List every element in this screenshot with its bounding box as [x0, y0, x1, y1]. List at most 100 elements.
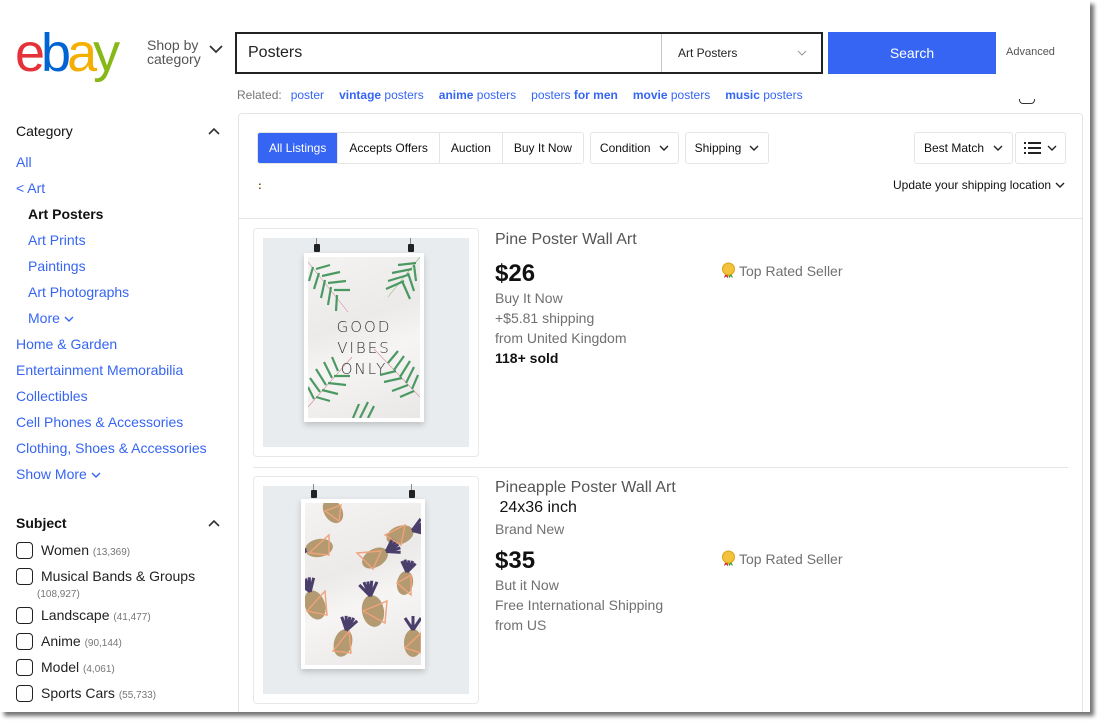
poster-text-line: VIBES	[337, 339, 391, 357]
advanced-search-link[interactable]: Advanced	[1006, 46, 1055, 58]
category-item-art[interactable]: < Art	[16, 180, 226, 206]
related-link-music-posters[interactable]: music posters	[725, 88, 802, 102]
subject-option-count: (13,369)	[92, 547, 131, 558]
chevron-down-icon[interactable]	[209, 44, 223, 54]
category-item-collectibles[interactable]: Collectibles	[16, 388, 226, 414]
related-link-movie-posters[interactable]: movie posters	[633, 88, 710, 102]
category-item-art-photographs[interactable]: Art Photographs	[16, 284, 226, 310]
checkbox[interactable]	[16, 568, 33, 585]
category-item-clothing-shoes-accessories[interactable]: Clothing, Shoes & Accessories	[16, 440, 226, 466]
category-item-more[interactable]: More	[16, 310, 226, 336]
subject-heading: Subject	[16, 515, 67, 531]
subject-option-landscape[interactable]: Landscape (41,477)	[16, 606, 226, 632]
related-searches: Related: poster vintage posters anime po…	[237, 88, 818, 102]
listing-image[interactable]: GOOD VIBES ONLY	[253, 228, 479, 457]
checkbox[interactable]	[16, 659, 33, 676]
related-link-text: posters	[759, 88, 803, 102]
subject-list: Women (13,369) Musical Bands & Groups (108…	[16, 541, 226, 710]
shop-by-category-button[interactable]: Shop by category	[147, 38, 201, 66]
subject-option-text: Landscape	[41, 607, 110, 623]
related-link-vintage-posters[interactable]: vintage posters	[339, 88, 424, 102]
category-item-home-garden[interactable]: Home & Garden	[16, 336, 226, 362]
category-item-label: Entertainment Memorabilia	[16, 362, 184, 378]
category-item-label: Collectibles	[16, 388, 88, 404]
condition-dropdown[interactable]: Condition	[589, 132, 679, 164]
checkbox[interactable]	[16, 633, 33, 650]
condition-label: Condition	[599, 141, 651, 155]
view-toggle-dropdown[interactable]	[1015, 132, 1066, 164]
checkbox[interactable]	[16, 542, 33, 559]
category-item-art-prints[interactable]: Art Prints	[16, 232, 226, 258]
subject-option-anime[interactable]: Anime (90,144)	[16, 632, 226, 658]
poster-art-palm: GOOD VIBES ONLY	[308, 257, 420, 418]
listing-sold-count: 118+ sold	[495, 350, 559, 366]
sort-dropdown[interactable]: Best Match	[914, 132, 1014, 164]
category-heading: Category	[16, 123, 73, 139]
related-link-text: posters	[667, 88, 711, 102]
tab-auction[interactable]: Auction	[439, 133, 503, 163]
tab-buy-it-now[interactable]: Buy It Now	[502, 133, 583, 163]
search-input[interactable]	[237, 34, 661, 72]
category-item-all[interactable]: All	[16, 154, 226, 180]
category-item-label: Art Prints	[28, 232, 86, 248]
subject-option-text: Sports Cars	[41, 685, 115, 701]
poster-text-line: GOOD	[336, 318, 392, 336]
subject-header[interactable]: Subject	[16, 512, 226, 534]
browser-window: e b a y Shop by category Art Posters Sea…	[0, 0, 1090, 712]
category-item-cell-phones-accessories[interactable]: Cell Phones & Accessories	[16, 414, 226, 440]
category-item-label: Art Posters	[28, 206, 104, 222]
listing-title[interactable]: Pineapple Poster Wall Art	[495, 478, 1055, 498]
subject-option-text: Musical Bands & Groups	[41, 568, 196, 584]
related-link-poster[interactable]: poster	[291, 88, 324, 102]
tab-accepts-offers[interactable]: Accepts Offers	[338, 133, 440, 163]
category-header[interactable]: Category	[16, 120, 226, 142]
chevron-down-icon	[659, 145, 669, 151]
listing-title[interactable]: Pine Poster Wall Art	[495, 230, 1055, 250]
ebay-logo[interactable]: e b a y	[15, 23, 120, 83]
listing-shipping: Free International Shipping	[495, 597, 664, 613]
category-item-label: Show More	[16, 466, 87, 482]
logo-letter-b: b	[41, 23, 71, 83]
listing-divider	[253, 467, 1068, 468]
binder-clip	[409, 484, 415, 498]
subject-option-model[interactable]: Model (4,061)	[16, 658, 226, 684]
category-select-value: Art Posters	[678, 46, 738, 60]
category-item-entertainment-memorabilia[interactable]: Entertainment Memorabilia	[16, 362, 226, 388]
stray-mark: :	[258, 180, 262, 192]
chevron-down-icon	[797, 50, 807, 56]
subject-option-sports-cars[interactable]: Sports Cars (55,733)	[16, 684, 226, 710]
poster-frame: GOOD VIBES ONLY	[304, 238, 424, 422]
related-link-posters-for-men[interactable]: posters for men	[531, 88, 618, 102]
checkbox[interactable]	[16, 685, 33, 702]
subject-option-musical-bands-groups[interactable]: Musical Bands & Groups (108,927)	[16, 567, 226, 606]
search-button[interactable]: Search	[828, 32, 996, 74]
subject-option-count: (90,144)	[84, 638, 122, 649]
shipping-dropdown[interactable]: Shipping	[684, 132, 770, 164]
tab-all-listings[interactable]: All Listings	[258, 133, 339, 163]
top-rated-seller-badge: Top Rated Seller	[721, 262, 843, 279]
binder-clip	[311, 484, 317, 498]
category-select[interactable]: Art Posters	[661, 34, 821, 72]
listing-type-tabs: All Listings Accepts Offers Auction Buy …	[257, 132, 584, 164]
category-item-paintings[interactable]: Paintings	[16, 258, 226, 284]
top-rated-seller-badge: Top Rated Seller	[721, 550, 843, 567]
subject-option-label: Model (4,061)	[41, 658, 115, 679]
category-item-show-more[interactable]: Show More	[16, 466, 226, 492]
shipping-label: Shipping	[694, 141, 742, 155]
subject-option-women[interactable]: Women (13,369)	[16, 541, 226, 567]
related-link-bold: music	[725, 88, 760, 102]
update-shipping-location[interactable]: Update your shipping location	[893, 178, 1065, 192]
related-link-anime-posters[interactable]: anime posters	[439, 88, 516, 102]
poster-frame	[301, 484, 425, 669]
listing-subtitle: 24x36 inch	[495, 499, 577, 516]
category-item-label: All	[16, 154, 32, 170]
checkbox[interactable]	[16, 607, 33, 624]
filter-bar: All Listings Accepts Offers Auction Buy …	[257, 132, 770, 164]
results-panel: All Listings Accepts Offers Auction Buy …	[238, 113, 1083, 712]
badge-label: Top Rated Seller	[739, 550, 843, 567]
listing-image[interactable]	[253, 476, 479, 704]
sort-label: Best Match	[924, 141, 985, 155]
logo-letter-e: e	[15, 23, 45, 83]
listing-location: from United Kingdom	[495, 330, 627, 346]
category-item-label: Art Photographs	[28, 284, 130, 300]
